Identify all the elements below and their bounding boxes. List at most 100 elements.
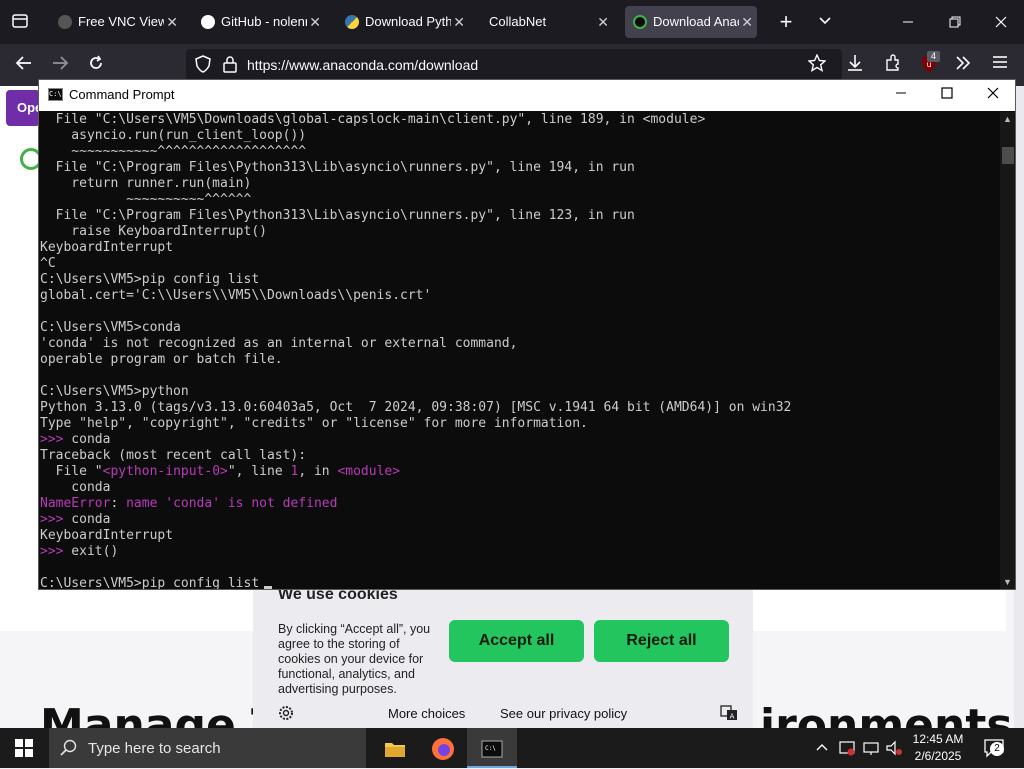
browser-tab-bar: Free VNC Viewer ✕ GitHub - nolenr ✕ Down… bbox=[0, 0, 1024, 44]
tab-collabnet[interactable]: CollabNet ✕ bbox=[481, 6, 613, 38]
console-line: C:\Users\VM5>conda bbox=[40, 320, 181, 335]
cmd-maximize-icon[interactable] bbox=[924, 80, 970, 111]
hamburger-menu-icon[interactable] bbox=[989, 54, 1011, 74]
minimize-icon[interactable] bbox=[897, 12, 919, 32]
console-line: conda bbox=[40, 480, 111, 495]
downloads-icon[interactable] bbox=[844, 54, 866, 76]
cookie-text: By clicking “Accept all”, you agree to t… bbox=[278, 622, 431, 696]
tab-title: CollabNet bbox=[489, 14, 547, 29]
forward-arrow-icon[interactable] bbox=[49, 54, 71, 76]
console-line: File "<python-input-0>", line 1, in <mod… bbox=[40, 464, 401, 479]
lock-icon[interactable] bbox=[219, 55, 241, 77]
reload-icon[interactable] bbox=[85, 54, 107, 76]
console-line: Python 3.13.0 (tags/v3.13.0:60403a5, Oct… bbox=[40, 400, 792, 415]
console-cursor bbox=[264, 586, 272, 589]
close-tab-icon[interactable]: ✕ bbox=[309, 6, 321, 38]
python-favicon-icon bbox=[345, 15, 359, 29]
new-tab-icon[interactable]: + bbox=[775, 11, 797, 33]
shield-icon[interactable] bbox=[192, 55, 214, 77]
chevron-down-icon[interactable] bbox=[814, 12, 836, 32]
tab-download-python[interactable]: Download Pytho ✕ bbox=[337, 6, 469, 38]
cmd-scrollbar-thumb[interactable] bbox=[1002, 147, 1014, 164]
console-line: raise KeyboardInterrupt() bbox=[40, 224, 267, 239]
cookie-settings-gear-icon[interactable] bbox=[278, 705, 294, 726]
console-line: KeyboardInterrupt bbox=[40, 240, 174, 255]
console-line: >>> exit() bbox=[40, 544, 119, 559]
command-prompt-window[interactable]: C:\ Command Prompt File "C:\Users\VM5\Do… bbox=[38, 79, 1016, 590]
reject-all-button[interactable]: Reject all bbox=[594, 620, 729, 662]
security-tray-icon[interactable] bbox=[838, 739, 856, 762]
scroll-down-icon[interactable]: ▼ bbox=[1003, 577, 1012, 587]
ublock-badge: 4 bbox=[927, 51, 940, 62]
url-text[interactable]: https://www.anaconda.com/download bbox=[247, 57, 478, 73]
close-tab-icon[interactable]: ✕ bbox=[597, 6, 609, 38]
close-tab-icon[interactable]: ✕ bbox=[741, 6, 753, 38]
tab-title: Free VNC Viewer bbox=[78, 14, 164, 29]
console-line: Traceback (most recent call last): bbox=[40, 448, 307, 463]
console-line: File "C:\Users\VM5\Downloads\global-caps… bbox=[40, 112, 706, 127]
cmd-app-icon: C:\ bbox=[48, 88, 63, 101]
firefox-icon[interactable] bbox=[428, 734, 458, 764]
console-line: >>> conda bbox=[40, 432, 111, 447]
tab-free-vnc-viewer[interactable]: Free VNC Viewer ✕ bbox=[50, 6, 182, 38]
tab-title: Download Pytho bbox=[365, 14, 451, 29]
console-line: >>> conda bbox=[40, 512, 111, 527]
github-favicon-icon bbox=[201, 15, 215, 29]
accept-all-button[interactable]: Accept all bbox=[449, 620, 584, 662]
console-line: ~~~~~~~~~~^^^^^^ bbox=[40, 192, 252, 207]
clock-date: 2/6/2025 bbox=[914, 749, 962, 763]
taskbar-search-placeholder[interactable]: Type here to search bbox=[88, 740, 221, 757]
privacy-policy-link[interactable]: See our privacy policy bbox=[500, 706, 627, 721]
console-line: File "C:\Program Files\Python313\Lib\asy… bbox=[40, 160, 635, 175]
tab-github[interactable]: GitHub - nolenr ✕ bbox=[193, 6, 325, 38]
volume-muted-icon[interactable] bbox=[885, 739, 903, 762]
console-line: ^C bbox=[40, 256, 56, 271]
console-line: operable program or batch file. bbox=[40, 352, 283, 367]
vnc-favicon-icon bbox=[58, 15, 72, 29]
console-output[interactable]: File "C:\Users\VM5\Downloads\global-caps… bbox=[39, 112, 1001, 589]
console-line: C:\Users\VM5>python bbox=[40, 384, 189, 399]
console-line: C:\Users\VM5>pip config list bbox=[40, 272, 260, 287]
svg-text:A: A bbox=[730, 713, 735, 721]
search-icon bbox=[60, 739, 78, 762]
notification-count-badge: 2 bbox=[990, 742, 1004, 756]
tab-title: Download Anac bbox=[653, 14, 739, 29]
extensions-puzzle-icon[interactable] bbox=[882, 54, 904, 76]
svg-text:C:\: C:\ bbox=[485, 745, 496, 752]
anaconda-favicon-icon bbox=[633, 15, 647, 29]
console-line: KeyboardInterrupt bbox=[40, 528, 174, 543]
cmd-title: Command Prompt bbox=[69, 87, 175, 102]
close-window-icon[interactable] bbox=[990, 12, 1012, 32]
cmd-minimize-icon[interactable] bbox=[878, 80, 924, 111]
console-line: ~~~~~~~~~~~^^^^^^^^^^^^^^^^^^^ bbox=[40, 144, 307, 159]
restore-icon[interactable] bbox=[944, 12, 966, 32]
console-line: global.cert='C:\\Users\\VM5\\Downloads\\… bbox=[40, 288, 432, 303]
console-line: NameError: name 'conda' is not defined bbox=[40, 496, 338, 511]
overflow-chevrons-icon[interactable] bbox=[952, 54, 974, 76]
network-icon[interactable] bbox=[862, 739, 880, 762]
close-tab-icon[interactable]: ✕ bbox=[166, 6, 178, 38]
tab-list-icon[interactable] bbox=[9, 12, 31, 34]
clock-time: 12:45 AM bbox=[912, 732, 964, 746]
tray-chevron-up-icon[interactable] bbox=[815, 740, 829, 759]
console-line: File "C:\Program Files\Python313\Lib\asy… bbox=[40, 208, 635, 223]
translate-icon[interactable]: A bbox=[720, 705, 738, 726]
file-explorer-icon[interactable] bbox=[380, 734, 410, 764]
sidebar-tab[interactable]: Ope bbox=[6, 90, 40, 126]
taskbar-clock[interactable]: 12:45 AM 2/6/2025 bbox=[908, 731, 968, 765]
back-arrow-icon[interactable] bbox=[13, 54, 35, 76]
console-line: Type "help", "copyright", "credits" or "… bbox=[40, 416, 588, 431]
cmd-scrollbar[interactable]: ▲ ▼ bbox=[1000, 112, 1015, 589]
windows-start-icon[interactable] bbox=[15, 739, 33, 762]
cmd-close-icon[interactable] bbox=[970, 80, 1016, 111]
scroll-up-icon[interactable]: ▲ bbox=[1003, 114, 1012, 124]
tab-download-anaconda[interactable]: Download Anac ✕ bbox=[625, 6, 757, 38]
tab-title: GitHub - nolenr bbox=[221, 14, 307, 29]
console-line: asyncio.run(run_client_loop()) bbox=[40, 128, 307, 143]
close-tab-icon[interactable]: ✕ bbox=[453, 6, 465, 38]
more-choices-link[interactable]: More choices bbox=[388, 706, 465, 721]
console-line: 'conda' is not recognized as an internal… bbox=[40, 336, 518, 351]
command-prompt-taskbar-icon[interactable]: C:\ bbox=[477, 734, 507, 764]
cmd-title-bar[interactable]: C:\ Command Prompt bbox=[39, 80, 1015, 111]
bookmark-star-icon[interactable] bbox=[806, 53, 828, 76]
